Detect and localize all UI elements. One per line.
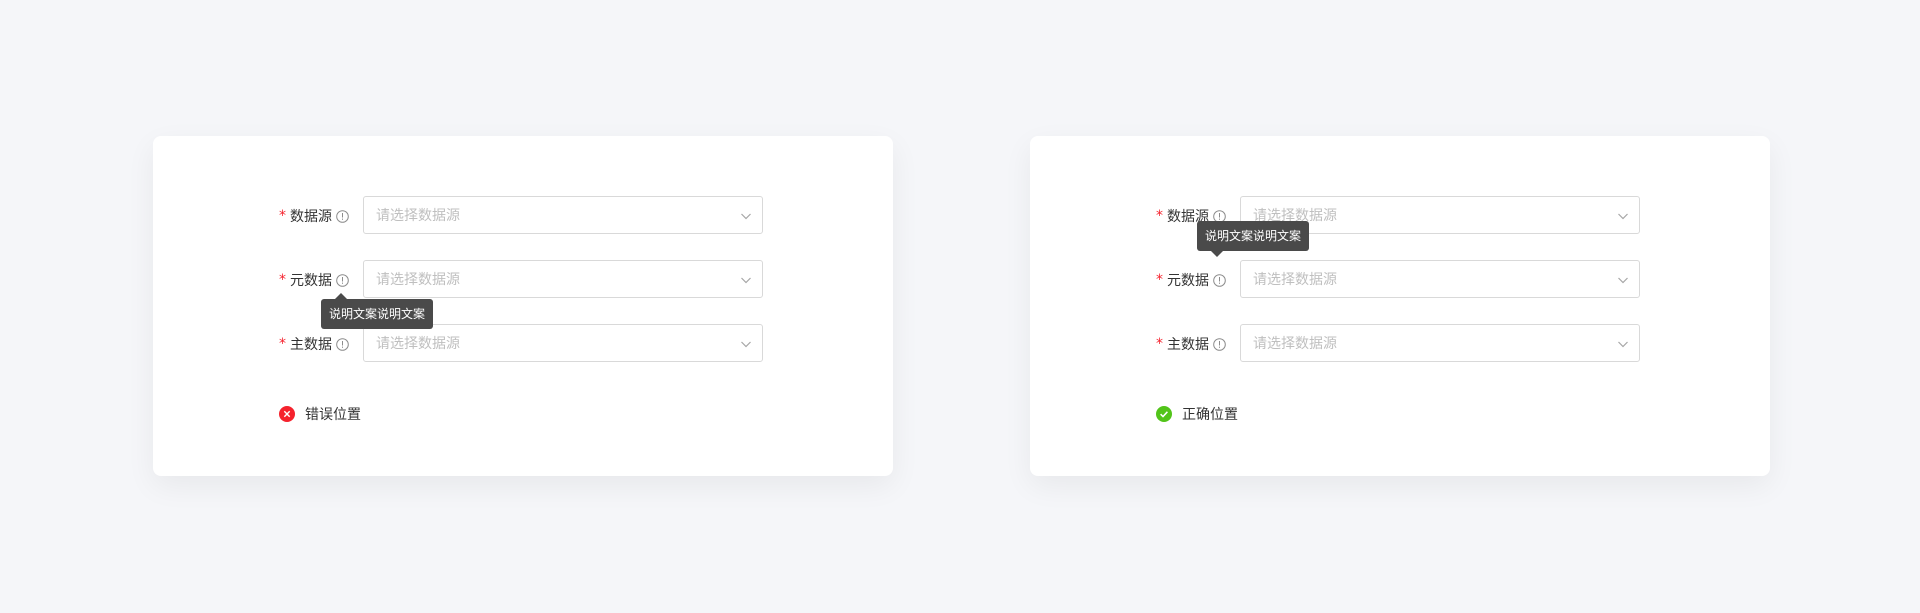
field-label-text: 主数据 (1167, 337, 1209, 353)
select-placeholder: 请选择数据源 (1253, 336, 1337, 352)
form-row-metadata: * 元数据 请选择数据源 (1156, 260, 1640, 300)
required-mark: * (1156, 272, 1163, 288)
required-mark: * (1156, 208, 1163, 224)
field-label: * 主数据 (279, 334, 363, 354)
example-card-wrong: * 数据源 请选择数据源 * 元数据 请选择数据源 * 主数据 请选择数据源 说… (153, 136, 893, 476)
metadata-select[interactable]: 请选择数据源 (363, 260, 763, 298)
field-label-text: 数据源 (290, 209, 332, 225)
result-label: 正确位置 (1182, 407, 1238, 423)
result-indicator: 错误位置 (279, 404, 361, 424)
field-label: * 主数据 (1156, 334, 1240, 354)
select-placeholder: 请选择数据源 (376, 272, 460, 288)
info-icon[interactable] (336, 337, 349, 351)
master-data-select[interactable]: 请选择数据源 (363, 324, 763, 362)
select-placeholder: 请选择数据源 (376, 336, 460, 352)
metadata-select[interactable]: 请选择数据源 (1240, 260, 1640, 298)
info-icon[interactable] (336, 209, 349, 223)
error-circle-icon (279, 406, 295, 422)
info-icon[interactable] (1213, 337, 1226, 351)
required-mark: * (279, 272, 286, 288)
info-icon[interactable] (1213, 273, 1226, 287)
form-row-master-data: * 主数据 请选择数据源 (279, 324, 763, 364)
field-label: * 元数据 (1156, 270, 1240, 290)
success-circle-icon (1156, 406, 1172, 422)
field-label: * 元数据 (279, 270, 363, 290)
chevron-down-icon (741, 213, 751, 220)
chevron-down-icon (1618, 277, 1628, 284)
field-label-text: 主数据 (290, 337, 332, 353)
result-indicator: 正确位置 (1156, 404, 1238, 424)
field-label-text: 元数据 (1167, 273, 1209, 289)
field-label: * 数据源 (279, 206, 363, 226)
select-placeholder: 请选择数据源 (376, 208, 460, 224)
chevron-down-icon (741, 277, 751, 284)
field-label-text: 元数据 (290, 273, 332, 289)
info-icon[interactable] (336, 273, 349, 287)
tooltip: 说明文案说明文案 (321, 293, 434, 329)
data-source-select[interactable]: 请选择数据源 (363, 196, 763, 234)
form-row-metadata: * 元数据 请选择数据源 (279, 260, 763, 300)
chevron-down-icon (741, 341, 751, 348)
example-card-correct: * 数据源 请选择数据源 * 元数据 请选择数据源 * 主数据 请选择数据源 说… (1030, 136, 1770, 476)
chevron-down-icon (1618, 341, 1628, 348)
result-label: 错误位置 (305, 407, 361, 423)
form-row-master-data: * 主数据 请选择数据源 (1156, 324, 1640, 364)
select-placeholder: 请选择数据源 (1253, 272, 1337, 288)
required-mark: * (279, 336, 286, 352)
required-mark: * (279, 208, 286, 224)
chevron-down-icon (1618, 213, 1628, 220)
tooltip: 说明文案说明文案 (1197, 221, 1310, 257)
master-data-select[interactable]: 请选择数据源 (1240, 324, 1640, 362)
form-row-data-source: * 数据源 请选择数据源 (279, 196, 763, 236)
required-mark: * (1156, 336, 1163, 352)
